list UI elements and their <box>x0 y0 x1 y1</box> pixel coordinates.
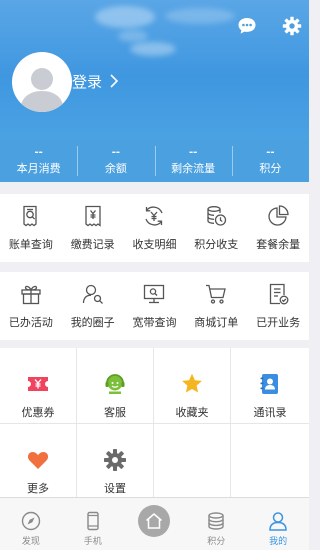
chat-bubble-icon <box>238 18 256 34</box>
tab-label: 手机 <box>83 537 102 547</box>
cloud-decoration <box>95 6 155 28</box>
grid-label: 收藏夹 <box>175 406 209 419</box>
stat-value: -- <box>266 146 275 158</box>
settings-grid-button[interactable]: 设置 <box>77 424 154 500</box>
cell-label: 已开业务 <box>256 316 301 329</box>
home-icon <box>146 513 163 529</box>
stat-balance[interactable]: -- 余额 <box>77 140 154 182</box>
empty-grid-cell <box>154 424 231 500</box>
tab-discover[interactable]: 发现 <box>0 498 62 550</box>
login-label: 登录 <box>72 72 103 91</box>
stat-label: 余额 <box>104 161 127 175</box>
account-stats-bar: -- 本月消费 -- 余额 -- 剩余流量 -- 积分 <box>0 140 309 182</box>
cell-label: 账单查询 <box>8 238 53 251</box>
receipt-icon <box>85 205 101 227</box>
tab-phone[interactable]: 手机 <box>62 498 124 550</box>
tab-label: 我的 <box>269 537 288 547</box>
document-check-icon <box>269 283 289 305</box>
cell-label: 宽带查询 <box>132 316 177 329</box>
compass-icon <box>21 511 41 531</box>
yuan-exchange-icon <box>145 206 164 226</box>
shopping-cart-icon <box>206 284 227 304</box>
stat-value: -- <box>111 146 121 158</box>
phone-icon <box>86 511 99 531</box>
login-link[interactable]: 登录 <box>72 70 119 92</box>
cell-label: 收支明细 <box>132 238 177 251</box>
cell-label: 商城订单 <box>194 316 239 329</box>
home-button[interactable] <box>138 505 171 537</box>
income-expense-detail-button[interactable]: 收支明细 <box>124 194 186 262</box>
pie-chart-icon <box>268 205 289 226</box>
heart-icon <box>27 452 49 469</box>
chevron-right-icon <box>110 74 119 88</box>
profile-header: 登录 <box>0 0 309 140</box>
user-icon <box>269 512 287 531</box>
grid-label: 通讯录 <box>253 406 287 419</box>
payment-records-button[interactable]: 缴费记录 <box>62 194 124 262</box>
favorites-button[interactable]: 收藏夹 <box>154 348 231 424</box>
settings-gear-icon <box>104 449 126 471</box>
stat-label: 本月消费 <box>16 161 61 175</box>
contacts-button[interactable]: 通讯录 <box>231 348 309 424</box>
stat-remaining-data[interactable]: -- 剩余流量 <box>154 140 232 182</box>
feature-grid: 优惠券 客服 收藏夹 通讯录 更多 设置 <box>0 348 309 500</box>
avatar[interactable] <box>12 52 72 112</box>
database-icon <box>208 512 224 530</box>
cloud-decoration <box>165 8 235 24</box>
tab-label: 发现 <box>21 537 40 547</box>
coupon-button[interactable]: 优惠券 <box>0 348 77 424</box>
contacts-icon <box>260 374 278 394</box>
broadband-query-button[interactable]: 宽带查询 <box>124 272 186 340</box>
message-button[interactable] <box>236 15 258 37</box>
gear-icon <box>282 16 302 36</box>
grid-label: 优惠券 <box>21 406 55 419</box>
coins-icon <box>207 206 227 226</box>
mall-orders-button[interactable]: 商城订单 <box>185 272 247 340</box>
stat-value: -- <box>188 146 198 158</box>
tab-home[interactable] <box>124 498 186 550</box>
tab-mine[interactable]: 我的 <box>247 498 309 550</box>
stat-monthly-spending[interactable]: -- 本月消费 <box>0 140 77 182</box>
stat-label: 剩余流量 <box>171 161 216 175</box>
stat-label: 积分 <box>259 161 282 175</box>
stat-points[interactable]: -- 积分 <box>231 140 309 182</box>
customer-service-button[interactable]: 客服 <box>77 348 154 424</box>
monitor-icon <box>144 284 165 304</box>
cell-label: 套餐余量 <box>256 238 301 251</box>
tab-label: 积分 <box>207 537 226 547</box>
grid-label: 客服 <box>104 406 126 419</box>
tab-points[interactable]: 积分 <box>185 498 247 550</box>
completed-activities-button[interactable]: 已办活动 <box>0 272 62 340</box>
bill-query-button[interactable]: 账单查询 <box>0 194 62 262</box>
gift-icon <box>21 285 41 305</box>
my-circle-button[interactable]: 我的圈子 <box>62 272 124 340</box>
star-icon <box>182 373 202 393</box>
empty-grid-cell <box>231 424 309 500</box>
default-avatar-icon <box>20 68 64 112</box>
grid-label: 设置 <box>104 482 126 495</box>
stat-value: -- <box>34 146 43 158</box>
customer-service-icon <box>105 374 125 394</box>
active-services-button[interactable]: 已开业务 <box>247 272 309 340</box>
cloud-decoration <box>118 30 148 42</box>
account-services-row: 账单查询 缴费记录 收支明细 积分收支 套餐余量 <box>0 194 309 262</box>
user-search-icon <box>82 284 103 304</box>
more-button[interactable]: 更多 <box>0 424 77 500</box>
coupon-icon <box>28 377 48 391</box>
points-detail-button[interactable]: 积分收支 <box>185 194 247 262</box>
settings-button[interactable] <box>281 15 303 37</box>
activity-services-row: 已办活动 我的圈子 宽带查询 商城订单 已开业务 <box>0 272 309 340</box>
bottom-tab-bar: 发现 手机 积分 我的 <box>0 497 309 550</box>
cell-label: 我的圈子 <box>70 316 115 329</box>
cell-label: 缴费记录 <box>70 238 115 251</box>
package-balance-button[interactable]: 套餐余量 <box>247 194 309 262</box>
bill-search-icon <box>23 205 37 227</box>
cloud-decoration <box>130 42 176 56</box>
cell-label: 积分收支 <box>194 238 239 251</box>
grid-label: 更多 <box>27 482 49 495</box>
cell-label: 已办活动 <box>8 316 53 329</box>
